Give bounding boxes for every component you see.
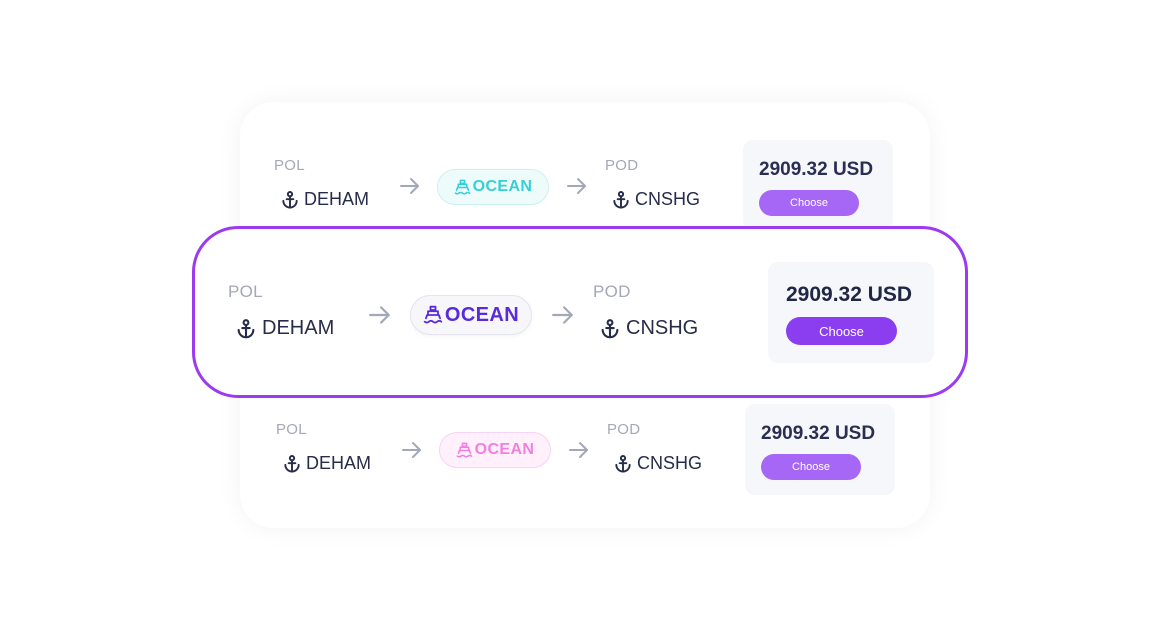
pod-location: CNSHG <box>611 189 700 210</box>
pod-code: CNSHG <box>626 317 699 339</box>
price-panel: 2909.32 USD Choose <box>768 262 934 363</box>
pol-code: DEHAM <box>306 453 372 473</box>
anchor-icon <box>282 454 302 474</box>
pod-location: CNSHG <box>599 317 698 340</box>
price-amount: 2909.32 USD <box>786 283 913 306</box>
price-amount: 2909.32 USD <box>761 423 876 444</box>
mode-label: OCEAN <box>472 178 533 195</box>
pol-code: DEHAM <box>304 189 370 209</box>
anchor-icon <box>599 318 621 340</box>
pod-code: CNSHG <box>637 453 703 473</box>
pol-label: POL <box>276 421 307 438</box>
pol-location: DEHAM <box>282 453 371 474</box>
arrow-right-icon <box>401 441 423 464</box>
choose-button[interactable]: Choose <box>761 454 861 480</box>
rate-row-selected[interactable]: POL DEHAM OCEAN POD CNSHG 2909.32 USD Ch… <box>192 226 968 398</box>
price-panel: 2909.32 USD Choose <box>745 404 895 495</box>
mode-label: OCEAN <box>444 303 520 326</box>
pod-location: CNSHG <box>613 453 702 474</box>
arrow-right-icon <box>566 177 588 200</box>
arrow-right-icon <box>399 177 421 200</box>
choose-button[interactable]: Choose <box>786 317 897 345</box>
ship-icon <box>423 305 445 325</box>
anchor-icon <box>235 318 257 340</box>
arrow-right-icon <box>551 305 575 330</box>
arrow-right-icon <box>368 305 392 330</box>
price-panel: 2909.32 USD Choose <box>743 140 893 230</box>
arrow-right-icon <box>568 441 590 464</box>
pol-location: DEHAM <box>235 317 334 340</box>
pod-label: POD <box>607 421 641 438</box>
ocean-mode-badge: OCEAN <box>410 295 532 335</box>
pol-label: POL <box>228 282 263 301</box>
ocean-mode-badge: OCEAN <box>437 169 549 205</box>
anchor-icon <box>613 454 633 474</box>
pod-label: POD <box>605 157 639 174</box>
stage: POL DEHAM OCEAN POD CNSHG 2909.32 USD Ch… <box>0 0 1162 636</box>
choose-button[interactable]: Choose <box>759 190 859 216</box>
price-amount: 2909.32 USD <box>759 159 874 180</box>
pol-code: DEHAM <box>262 317 335 339</box>
pol-label: POL <box>274 157 305 174</box>
pol-location: DEHAM <box>280 189 369 210</box>
pod-code: CNSHG <box>635 189 701 209</box>
pod-label: POD <box>593 282 631 301</box>
anchor-icon <box>280 190 300 210</box>
mode-label: OCEAN <box>474 441 535 458</box>
ship-icon <box>454 179 473 196</box>
anchor-icon <box>611 190 631 210</box>
ship-icon <box>456 442 475 459</box>
ocean-mode-badge: OCEAN <box>439 432 551 468</box>
